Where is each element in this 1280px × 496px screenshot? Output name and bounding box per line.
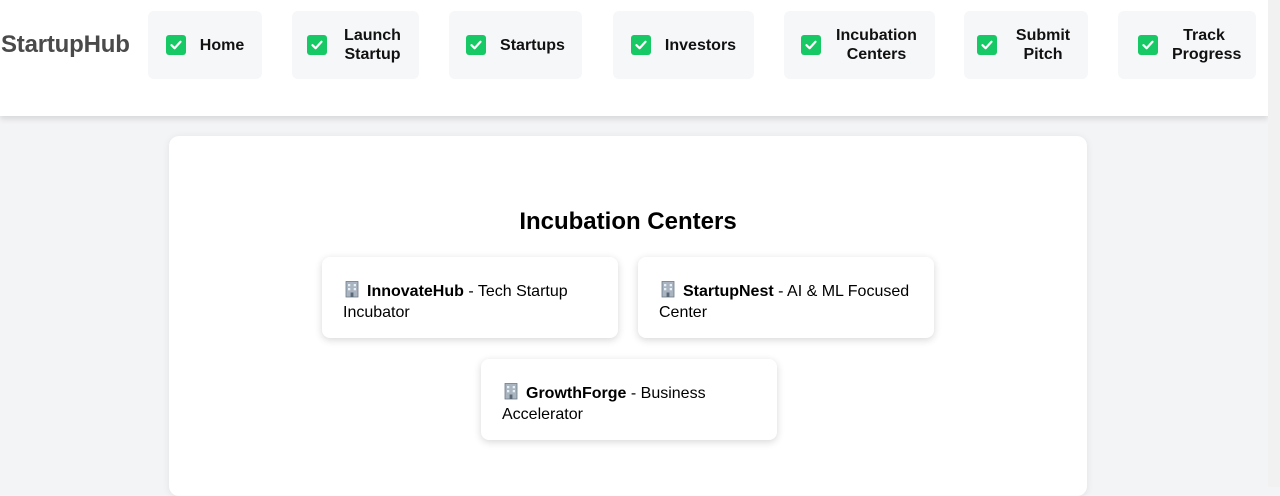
- section-title: Incubation Centers: [519, 208, 737, 235]
- center-name: GrowthForge: [526, 385, 627, 402]
- nav-item-investors[interactable]: Investors: [613, 11, 754, 79]
- nav-label: Home: [199, 36, 245, 54]
- nav-item-home[interactable]: Home: [148, 11, 262, 79]
- top-navbar: StartupHub Home Launch Startup Startups …: [0, 0, 1268, 116]
- nav-item-startups[interactable]: Startups: [449, 11, 582, 79]
- center-name: StartupNest: [683, 283, 774, 300]
- nav-item-track-progress[interactable]: Track Progress: [1118, 11, 1256, 79]
- checkbox-checked-icon: [306, 35, 327, 55]
- checkbox-checked-icon: [165, 35, 186, 55]
- nav-label: Submit Pitch: [1015, 27, 1071, 63]
- nav-label: Launch Startup: [344, 27, 401, 63]
- checkbox-checked-icon: [1138, 35, 1158, 55]
- nav-label: Track Progress: [1172, 27, 1242, 63]
- nav-label: Investors: [664, 36, 737, 54]
- nav-item-launch-startup[interactable]: Launch Startup: [292, 11, 419, 79]
- brand-logo[interactable]: StartupHub: [1, 31, 130, 59]
- nav-label: Startups: [500, 36, 565, 54]
- office-building-icon: [343, 280, 361, 303]
- checkbox-checked-icon: [630, 35, 651, 55]
- office-building-icon: [502, 382, 520, 405]
- center-card-innovatehub[interactable]: InnovateHub - Tech Startup Incubator: [322, 257, 618, 338]
- office-building-icon: [659, 280, 677, 303]
- center-card-growthforge[interactable]: GrowthForge - Business Accelerator: [481, 359, 777, 440]
- incubation-centers-section: Incubation Centers InnovateHub - Tech St…: [169, 136, 1087, 496]
- center-card-startupnest[interactable]: StartupNest - AI & ML Focused Center: [638, 257, 934, 338]
- center-name: InnovateHub: [367, 283, 464, 300]
- nav-item-submit-pitch[interactable]: Submit Pitch: [964, 11, 1088, 79]
- checkbox-checked-icon: [977, 35, 997, 55]
- checkbox-checked-icon: [800, 35, 821, 55]
- nav-label: Incubation Centers: [836, 27, 917, 63]
- checkbox-checked-icon: [466, 35, 487, 55]
- page-scrollbar[interactable]: [1268, 0, 1280, 487]
- nav-item-incubation-centers[interactable]: Incubation Centers: [784, 11, 935, 79]
